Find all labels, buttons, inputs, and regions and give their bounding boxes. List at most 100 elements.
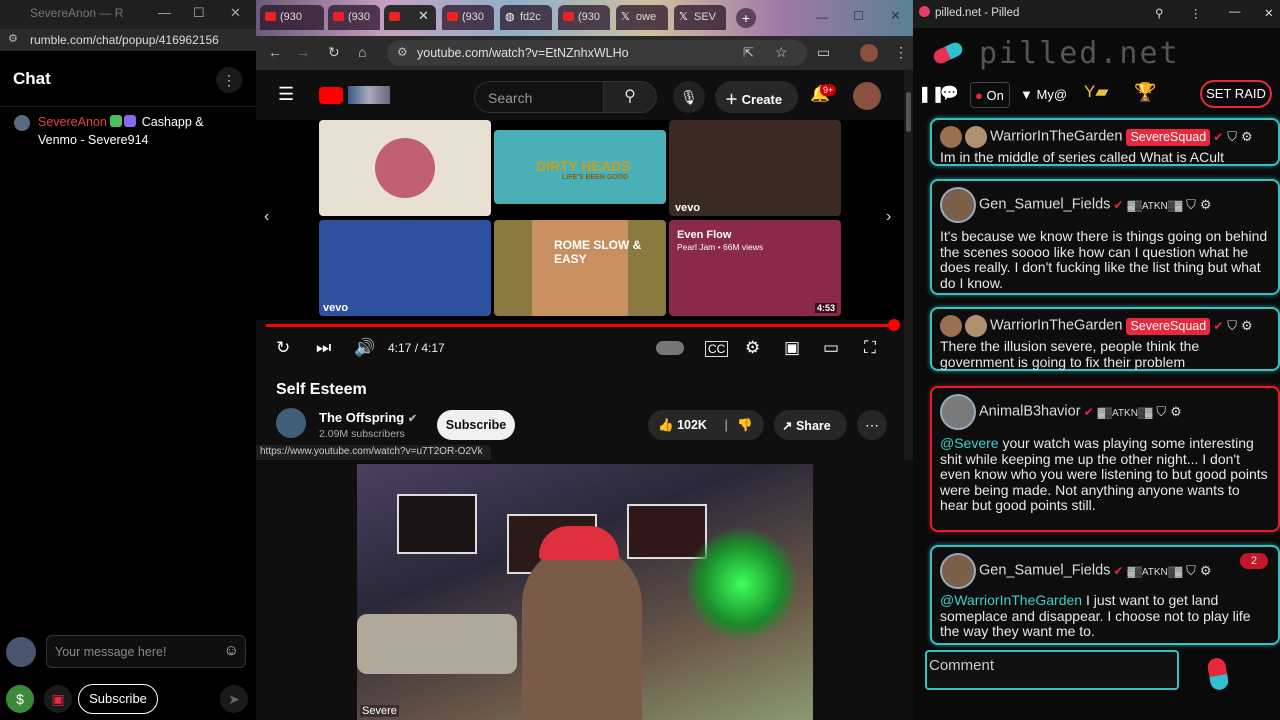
subscribe-button[interactable]: Subscribe (437, 410, 515, 440)
mentions-filter[interactable]: ▼ My@ (1016, 82, 1076, 108)
end-screen-video[interactable]: Even Flow Pearl Jam • 66M views 4:53 (669, 220, 841, 316)
doodle-logo[interactable] (348, 86, 390, 104)
gift-icon[interactable]: ▣ (44, 685, 72, 713)
channel-name[interactable]: The Offspring ✔ (319, 410, 417, 425)
profile-avatar[interactable] (860, 44, 878, 62)
new-tab-icon[interactable]: + (736, 8, 756, 28)
chat-username[interactable]: AnimalB3havior (979, 404, 1081, 420)
gear-icon[interactable]: ⚙ (1170, 404, 1182, 419)
reload-icon[interactable]: ↻ (328, 44, 340, 61)
set-raid-button[interactable]: SET RAID (1200, 80, 1272, 108)
close-icon[interactable]: ✕ (890, 8, 901, 24)
gear-icon[interactable]: ⚙ (1200, 563, 1212, 578)
theater-mode-icon[interactable]: ▭ (823, 338, 839, 358)
chat-message-input[interactable]: Your message here! ☺ (46, 635, 246, 668)
shield-icon[interactable]: ⛉ (1227, 318, 1237, 333)
open-in-app-icon[interactable]: ⇱ (743, 45, 754, 61)
browser-tab-active[interactable]: ✕ (384, 5, 436, 30)
address-bar[interactable]: ⚙ youtube.com/watch?v=EtNZnhxWLHo ⇱ ☆ (387, 40, 807, 66)
zoom-icon[interactable]: ⚲ (1155, 6, 1163, 20)
reply-count-badge[interactable]: 2 (1240, 553, 1268, 569)
channel-avatar[interactable] (276, 408, 306, 438)
browser-tab[interactable]: ◍ fd2c (500, 5, 552, 30)
minimize-icon[interactable]: — (816, 10, 828, 24)
avatar[interactable] (940, 553, 976, 589)
mention-link[interactable]: @WarriorInTheGarden (940, 592, 1082, 608)
settings-gear-icon[interactable]: ⚙ (745, 338, 760, 358)
close-icon[interactable]: ✕ (1264, 6, 1274, 20)
trophy-icon[interactable]: 🏆 (1134, 82, 1156, 103)
browser-tab[interactable]: (930 (328, 5, 380, 30)
page-scrollbar[interactable] (904, 70, 913, 460)
subscribe-button[interactable]: Subscribe (78, 684, 158, 714)
thumbs-down-icon[interactable]: 👎 (737, 418, 753, 432)
avatar[interactable] (940, 126, 962, 148)
rumble-url-bar[interactable]: ⚙ rumble.com/chat/popup/416962156 (0, 29, 256, 51)
maximize-icon[interactable]: ☐ (853, 9, 864, 23)
previous-arrow-icon[interactable]: ‹ (264, 208, 269, 226)
tip-dollar-icon[interactable]: $ (6, 685, 34, 713)
minimize-icon[interactable]: — (1229, 6, 1241, 18)
send-pill-icon[interactable] (1206, 656, 1230, 692)
end-screen-video[interactable]: DIRTY HEADS LIFE'S BEEN GOOD (494, 130, 666, 204)
close-tab-icon[interactable]: ✕ (418, 8, 429, 24)
chat-username[interactable]: Gen_Samuel_Fields (979, 197, 1110, 213)
avatar[interactable] (940, 394, 976, 430)
shield-icon[interactable]: ⛉ (1186, 197, 1196, 212)
close-icon[interactable]: ✕ (230, 5, 241, 21)
captions-icon[interactable]: CC (705, 341, 729, 357)
shield-icon[interactable]: ⛉ (1156, 404, 1166, 419)
shield-icon[interactable]: ⛉ (1186, 563, 1196, 578)
chat-menu-icon[interactable]: ⋮ (216, 67, 242, 93)
site-info-icon[interactable]: ⚙ (8, 32, 18, 45)
gear-icon[interactable]: ⚙ (1200, 197, 1212, 212)
end-screen-video[interactable]: vevo (669, 120, 841, 216)
chat-username[interactable]: WarriorInTheGarden (990, 318, 1122, 334)
browser-tab[interactable]: (930 (442, 5, 494, 30)
chat-username[interactable]: Gen_Samuel_Fields (979, 563, 1110, 579)
emoji-icon[interactable]: ☺ (224, 642, 239, 659)
gear-icon[interactable]: ⚙ (1241, 129, 1253, 144)
miniplayer-icon[interactable]: ▣ (784, 338, 800, 358)
browser-tab[interactable]: 𝕏 SEV (674, 5, 726, 30)
next-arrow-icon[interactable]: › (886, 208, 891, 226)
end-screen-video[interactable] (319, 120, 491, 216)
search-input[interactable]: Search (474, 81, 604, 113)
chat-username[interactable]: WarriorInTheGarden (990, 129, 1122, 145)
replay-icon[interactable]: ↻ (276, 338, 290, 358)
account-avatar[interactable] (853, 82, 881, 110)
volume-icon[interactable]: 🔊 (354, 338, 375, 358)
youtube-logo-icon[interactable] (319, 87, 343, 104)
video-progress-bar[interactable] (266, 319, 900, 331)
chat-bubble-icon[interactable]: 💬 (940, 84, 959, 102)
menu-icon[interactable]: ⋮ (1190, 6, 1202, 20)
bookmark-star-icon[interactable]: ☆ (775, 44, 788, 61)
autoplay-toggle[interactable] (656, 341, 684, 355)
shield-icon[interactable]: ⛉ (1227, 129, 1237, 144)
minimize-icon[interactable]: — (158, 5, 171, 20)
maximize-icon[interactable]: ☐ (193, 5, 205, 21)
end-screen-video[interactable]: vevo (319, 220, 491, 316)
browser-tab[interactable]: (930 (558, 5, 610, 30)
browser-tab[interactable]: 𝕏owe (616, 5, 668, 30)
hamburger-menu-icon[interactable]: ☰ (278, 84, 294, 105)
back-icon[interactable]: ← (268, 44, 282, 60)
create-button[interactable]: ＋ Create (715, 81, 798, 113)
pills-icon[interactable]: Y▰ (1084, 82, 1108, 102)
search-icon[interactable]: ⚲ (603, 81, 657, 113)
home-icon[interactable]: ⌂ (358, 44, 366, 60)
mention-link[interactable]: @Severe (940, 435, 999, 451)
cast-icon[interactable]: ▭ (817, 44, 830, 61)
share-button[interactable]: ↗ Share (774, 410, 847, 440)
site-info-icon[interactable]: ⚙ (397, 45, 408, 59)
more-actions-icon[interactable]: ⋯ (857, 410, 887, 440)
avatar[interactable] (940, 187, 976, 223)
scrollbar-thumb[interactable] (906, 92, 911, 132)
online-toggle[interactable]: ● On (970, 82, 1010, 108)
pilled-brand[interactable]: pilled.net (979, 36, 1180, 71)
next-video-icon[interactable]: ⏭ (316, 338, 331, 358)
comment-input[interactable]: Comment (925, 650, 1179, 690)
browser-tab[interactable]: (930 (260, 5, 324, 30)
avatar[interactable] (14, 115, 30, 131)
send-icon[interactable]: ➤ (220, 685, 248, 713)
